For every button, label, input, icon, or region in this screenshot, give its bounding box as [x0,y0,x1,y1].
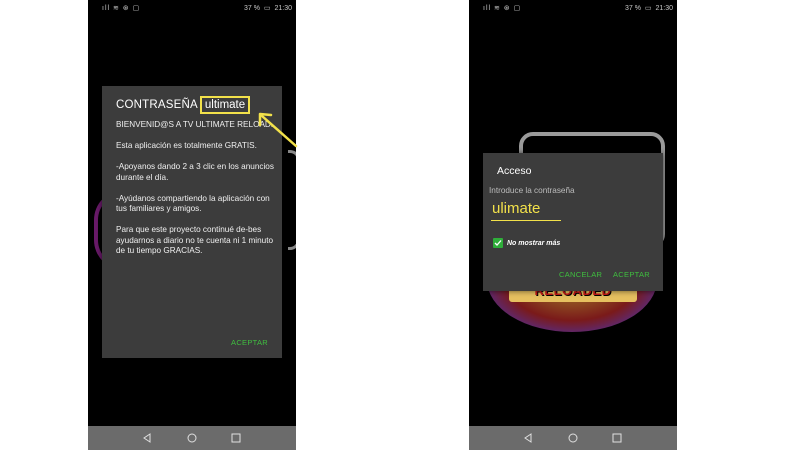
navigation-bar [88,426,296,450]
arrow-annotation-icon [258,112,298,148]
password-prompt: Introduce la contraseña [489,186,575,195]
message-paragraph: -Apoyanos dando 2 a 3 clic en los anunci… [116,162,274,182]
checkbox-label: No mostrar más [507,239,561,247]
home-icon[interactable] [184,430,200,446]
status-right: 37 % ▭ 21:30 [242,4,292,12]
battery-percent: 37 % [243,5,260,12]
battery-icon: ▭ [644,5,652,12]
dialog-message: BIENVENID@S A TV ULTIMATE RELOAD. Esta a… [116,120,274,267]
cancel-button[interactable]: CANCELAR [559,270,602,279]
home-icon[interactable] [565,430,581,446]
message-paragraph: BIENVENID@S A TV ULTIMATE RELOAD. [116,120,274,129]
status-time: 21:30 [274,5,292,12]
accept-button[interactable]: ACEPTAR [613,270,650,279]
password-highlight: ultimate [199,96,251,114]
message-paragraph: -Ayúdanos compartiendo la aplicación con… [116,193,270,214]
recents-icon[interactable] [609,430,625,446]
accept-button[interactable]: ACEPTAR [231,338,268,347]
dont-show-again-option[interactable]: No mostrar más [493,238,560,248]
message-paragraph: Esta aplicación es totalmente GRATIS. [116,141,257,150]
dialog-title-row: CONTRASEÑA ultimate [116,96,251,114]
recents-icon[interactable] [228,430,244,446]
message-paragraph: Para que este proyecto continué de-bes a… [116,225,274,255]
back-icon[interactable] [139,430,155,446]
dialog-title: Acceso [497,165,532,177]
status-icons: ıll ≋ ⊛ ▢ [483,5,522,12]
phone-screen-left: ıll ≋ ⊛ ▢ 37 % ▭ 21:30 CONTRASEÑA ultima… [88,0,296,450]
status-bar: ıll ≋ ⊛ ▢ 37 % ▭ 21:30 [88,0,296,16]
phone-screen-right: ıll ≋ ⊛ ▢ 37 % ▭ 21:30 RELOADED Acceso I… [469,0,677,450]
battery-percent: 37 % [624,5,641,12]
status-icons: ıll ≋ ⊛ ▢ [102,5,141,12]
status-bar: ıll ≋ ⊛ ▢ 37 % ▭ 21:30 [469,0,677,16]
back-icon[interactable] [520,430,536,446]
password-input[interactable]: ulimate [491,199,561,221]
battery-icon: ▭ [263,5,271,12]
navigation-bar [469,426,677,450]
background-frame-fragment [288,150,296,250]
status-right: 37 % ▭ 21:30 [623,4,673,12]
status-time: 21:30 [655,5,673,12]
dialog-title: CONTRASEÑA [116,99,198,111]
access-dialog: Acceso Introduce la contraseña ulimate N… [483,153,663,291]
checkbox-checked-icon[interactable] [493,238,503,248]
